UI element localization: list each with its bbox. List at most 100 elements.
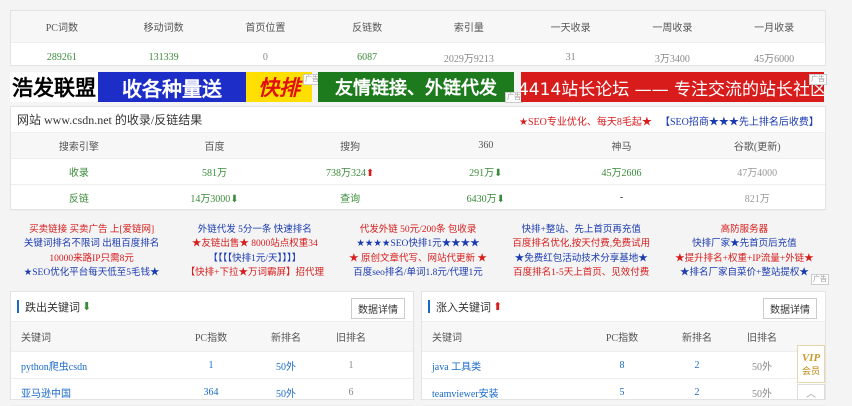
stats-header: 反链数 — [352, 23, 383, 34]
s360-indexed[interactable]: 291万⬇ — [418, 164, 554, 179]
pc-index-value[interactable]: 5 — [582, 387, 662, 398]
risen-keywords-panel: 涨入关键词 ⬆ 数据详情 关键词 PC指数 新排名 旧排名 java 工具类 8… — [421, 291, 826, 406]
vip-member-widget[interactable]: VIP 会员 — [797, 345, 825, 383]
data-details-button[interactable]: 数据详情 — [351, 298, 405, 319]
index-backlink-panel: 网站 www.csdn.net 的收录/反链结果 ★SEO专业优化、每天8毛起★… — [10, 106, 826, 211]
stats-header: 一天收录 — [550, 23, 591, 34]
text-ad-link[interactable]: ★ 原创文章代写、网站代更新 ★ — [349, 253, 487, 266]
text-ad-link[interactable]: 百度seo排名/单词1.8元/代理1元 — [353, 267, 483, 280]
new-rank-value[interactable]: 2 — [662, 387, 732, 398]
arrow-down-icon: ⬇ — [494, 168, 503, 179]
vip-label: 会员 — [801, 365, 820, 376]
arrow-up-icon: ⬆ — [493, 301, 503, 313]
new-rank-value[interactable]: 50外 — [251, 385, 321, 400]
new-rank-value[interactable]: 2 — [662, 360, 732, 371]
ad-column: 代发外链 50元/200条 包收录 ★★★★SEO快排1元★★★★ ★ 原创文章… — [336, 224, 499, 280]
keyword-link[interactable]: python爬虫csdn — [11, 358, 171, 373]
panel-header: 跌出关键词 ⬇ 数据详情 — [11, 292, 413, 322]
old-rank-value: 1 — [348, 359, 354, 371]
stats-header: 索引量 — [453, 23, 484, 34]
stats-header: 一周收录 — [652, 23, 693, 34]
panel-header: 涨入关键词 ⬆ 数据详情 — [422, 292, 825, 322]
col-keyword: 关键词 — [432, 333, 462, 344]
pc-index-value[interactable]: 8 — [582, 360, 662, 371]
text-ad-link[interactable]: ★SEO优化平台每天低至5毛钱★ — [24, 267, 160, 280]
text-ad-link[interactable]: ★友链出售★ 8000站点权重34 — [192, 238, 318, 251]
keyword-table-header: 关键词 PC指数 新排名 旧排名 — [422, 322, 825, 352]
text-ads-grid: 买卖链接 买卖广告 上[爱链网] 关键词排名不限词 出租百度排名 10000来路… — [10, 224, 826, 280]
ad-banner-friendlink[interactable]: 友情链接、外链代发 — [318, 72, 514, 102]
s360-indexed-value: 291万 — [469, 168, 495, 179]
new-rank-value[interactable]: 50外 — [251, 358, 321, 373]
sogou-indexed[interactable]: 738万324⬆ — [282, 164, 418, 179]
baidu-indexed[interactable]: 581万 — [147, 164, 283, 179]
ad-column: 外链代发 5分一条 快速排名 ★友链出售★ 8000站点权重34 【【【【快排1… — [173, 224, 336, 280]
row-label: 收录 — [68, 168, 89, 179]
text-ad-link[interactable]: ★排名厂家自菜价+整站提权★ — [680, 267, 809, 280]
text-ad-link[interactable]: 【快排+下拉★万词霸屏】招代理 — [186, 267, 324, 280]
panel-title: 跌出关键词 — [25, 301, 80, 314]
text-ad-link[interactable]: 百度排名优化,按天付费,免费试用 — [512, 238, 650, 251]
baidu-backlinks[interactable]: 14万3000⬇ — [147, 190, 283, 205]
text-ad-link[interactable]: 快排+整站、先上首页再充值 — [522, 224, 641, 237]
old-rank-value: 50外 — [752, 361, 772, 373]
keyword-link[interactable]: java 工具类 — [422, 358, 582, 373]
month-indexed-value: 45万6000 — [754, 53, 795, 65]
indexed-row: 收录 581万 738万324⬆ 291万⬇ 45万2606 47万4000 — [11, 159, 825, 185]
seo-promo-link-2[interactable]: 【SEO招商★★★先上排名后收费】 — [660, 113, 819, 128]
text-ad-link[interactable]: 买卖链接 买卖广告 上[爱链网] — [29, 224, 154, 237]
text-ad-link[interactable]: ★免费红包活动技术分享基地★ — [515, 253, 648, 266]
keyword-link[interactable]: 亚马逊中国 — [11, 385, 171, 400]
chevron-up-icon: ︿ — [806, 389, 816, 400]
text-ad-link[interactable]: 关键词排名不限词 出租百度排名 — [24, 238, 159, 251]
ad-banner-collect[interactable]: 收各种量送 — [98, 72, 246, 102]
text-ad-link[interactable]: 百度排名1-5天上首页、见效付费 — [513, 267, 649, 280]
panel-title: 涨入关键词 — [436, 301, 491, 314]
text-ad-link[interactable]: 快排厂家★先首页后充值 — [692, 238, 797, 251]
mobile-words-value[interactable]: 131339 — [113, 52, 215, 63]
shenma-backlinks: - — [619, 192, 624, 203]
text-ad-link[interactable]: 【【【【快排1元/天】】】】 — [208, 253, 301, 266]
stats-header: 首页位置 — [245, 23, 286, 34]
text-ad-link[interactable]: 外链代发 5分一条 快速排名 — [198, 224, 312, 237]
col-pc-index: PC指数 — [605, 333, 639, 344]
stats-header: 一月收录 — [754, 23, 795, 34]
accent-bar — [428, 300, 430, 313]
col-old-rank: 旧排名 — [747, 333, 777, 344]
sogou-indexed-value: 738万324 — [325, 168, 366, 179]
pc-index-value[interactable]: 364 — [171, 387, 251, 398]
shenma-indexed[interactable]: 45万2606 — [554, 164, 690, 179]
text-ad-link[interactable]: 代发外链 50元/200条 包收录 — [360, 224, 477, 237]
dropped-keywords-panel: 跌出关键词 ⬇ 数据详情 关键词 PC指数 新排名 旧排名 python爬虫cs… — [10, 291, 414, 406]
google-indexed: 47万4000 — [737, 168, 778, 179]
pc-words-value[interactable]: 289261 — [11, 52, 113, 63]
ad-banner-haofa[interactable]: 浩发联盟 — [10, 72, 98, 102]
sogou-backlinks-query[interactable]: 查询 — [282, 190, 418, 205]
scroll-top-button[interactable]: ︿ — [797, 384, 825, 400]
text-ad-link[interactable]: ★★★★SEO快排1元★★★★ — [356, 238, 479, 251]
keyword-link[interactable]: teamviewer安装 — [422, 385, 582, 400]
text-ad-link[interactable]: ★提升排名+权重+IP流量+外链★ — [675, 253, 814, 266]
col-new-rank: 新排名 — [682, 333, 712, 344]
col-new-rank: 新排名 — [271, 333, 301, 344]
ad-column: 高防服务器 快排厂家★先首页后充值 ★提升排名+权重+IP流量+外链★ ★排名厂… — [663, 224, 826, 280]
text-ad-link[interactable]: 高防服务器 — [721, 224, 769, 237]
old-rank-value: 50外 — [752, 388, 772, 400]
arrow-up-icon: ⬆ — [365, 168, 375, 179]
ad-banner-4414-forum[interactable]: 4414站长论坛 —— 专注交流的站长社区 — [521, 72, 824, 102]
pc-index-value[interactable]: 1 — [171, 360, 251, 371]
engine-header: 百度 — [204, 142, 225, 153]
seo-promo-link[interactable]: ★SEO专业优化、每天8毛起★ — [519, 113, 652, 128]
engine-header: 搜狗 — [340, 142, 361, 153]
backlinks-value[interactable]: 6087 — [316, 52, 418, 63]
text-ad-link[interactable]: 10000来路IP只需8元 — [49, 253, 133, 266]
stats-values-row: 289261 131339 0 6087 2029万9213 31 3万3400… — [11, 43, 825, 71]
engine-header[interactable]: 谷歌(更新) — [689, 138, 825, 153]
engine-header-row: 搜索引擎 百度 搜狗 360 神马 谷歌(更新) — [11, 133, 825, 159]
data-details-button[interactable]: 数据详情 — [763, 298, 817, 319]
row-label: 反链 — [68, 194, 89, 205]
week-indexed-value: 3万3400 — [654, 53, 690, 65]
table-row: 亚马逊中国 364 50外 6 — [11, 379, 413, 406]
s360-backlinks[interactable]: 6430万⬇ — [418, 190, 554, 205]
baidu-backlinks-value: 14万3000 — [190, 194, 231, 205]
